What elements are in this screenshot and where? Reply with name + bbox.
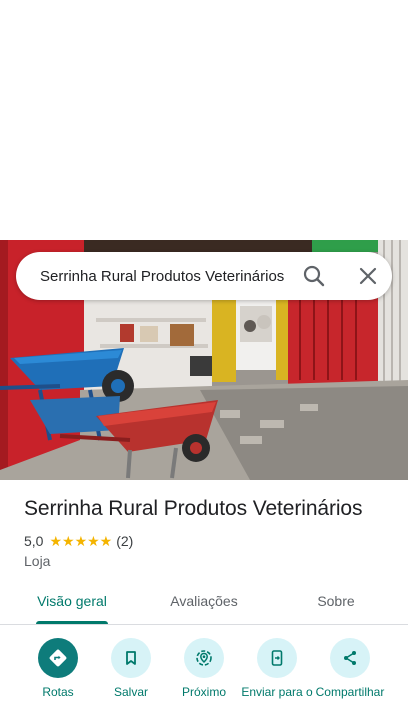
- send-to-phone-button[interactable]: Enviar para o: [239, 638, 315, 699]
- share-icon: [330, 638, 370, 678]
- directions-button[interactable]: Rotas: [20, 638, 96, 699]
- share-label: Compartilhar: [315, 685, 385, 699]
- save-label: Salvar: [113, 685, 148, 699]
- bookmark-icon: [111, 638, 151, 678]
- star-rating-icon: ★★★★★: [49, 532, 113, 549]
- place-title: Serrinha Rural Produtos Veterinários: [24, 497, 363, 520]
- save-button[interactable]: Salvar: [93, 638, 169, 699]
- nearby-label: Próximo: [181, 685, 226, 699]
- close-icon[interactable]: [354, 262, 382, 290]
- directions-icon: [38, 638, 78, 678]
- tab-bar: Visão geral Avaliações Sobre: [0, 580, 408, 624]
- action-row: Rotas Salvar Próximo Enviar para o Compa…: [0, 638, 408, 720]
- search-input[interactable]: Serrinha Rural Produtos Veterinários: [40, 268, 290, 285]
- tab-overview[interactable]: Visão geral: [22, 580, 122, 624]
- review-count[interactable]: (2): [116, 533, 133, 549]
- tab-reviews[interactable]: Avaliações: [154, 580, 254, 624]
- directions-label: Rotas: [42, 685, 74, 699]
- send-to-phone-icon: [257, 638, 297, 678]
- tabs-divider: [0, 624, 408, 625]
- share-button[interactable]: Compartilhar: [312, 638, 388, 699]
- search-icon[interactable]: [300, 262, 328, 290]
- send-to-phone-label: Enviar para o: [241, 685, 313, 699]
- nearby-icon: [184, 638, 224, 678]
- rating-value: 5,0: [24, 533, 44, 549]
- search-bar[interactable]: Serrinha Rural Produtos Veterinários: [16, 252, 392, 300]
- tab-about[interactable]: Sobre: [286, 580, 386, 624]
- rating-row[interactable]: 5,0 ★★★★★ (2): [24, 532, 133, 550]
- nearby-button[interactable]: Próximo: [166, 638, 242, 699]
- place-category: Loja: [24, 553, 51, 569]
